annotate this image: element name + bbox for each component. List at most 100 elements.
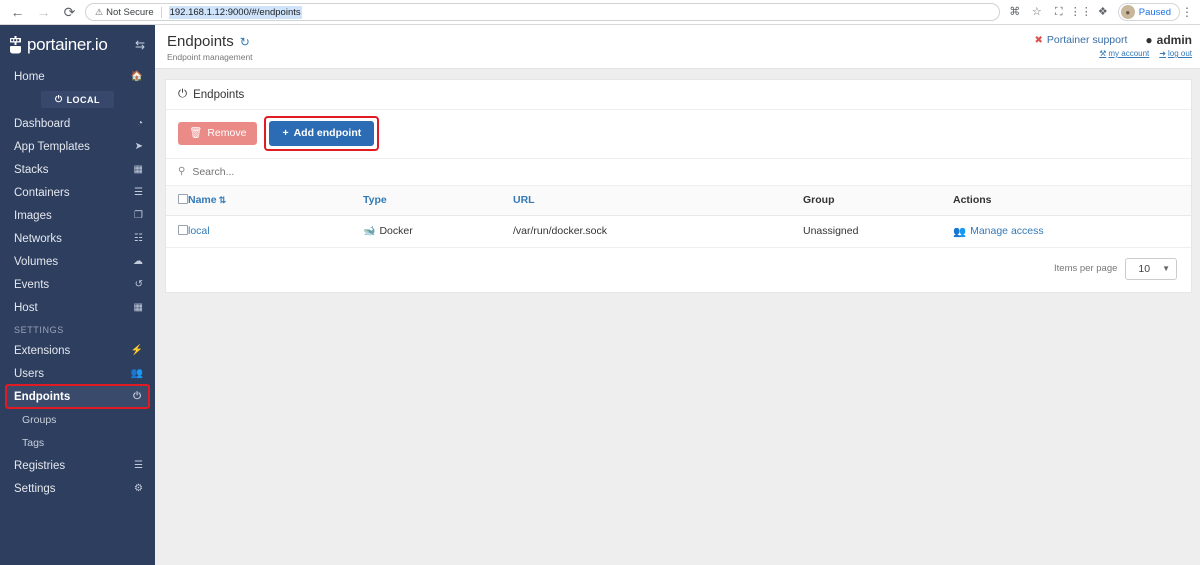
- sidebar-item-tags[interactable]: Tags: [0, 431, 155, 454]
- add-endpoint-label: Add endpoint: [293, 127, 362, 139]
- forward-arrow-icon[interactable]: →: [36, 5, 51, 19]
- sidebar-item-label: Registries: [14, 459, 66, 472]
- panel-actions: 🗑 Remove + Add endpoint: [166, 110, 1191, 158]
- search-input[interactable]: [192, 165, 1179, 178]
- address-bar[interactable]: ⚠ Not Secure 192.168.1.12:9000/#/endpoin…: [85, 3, 1000, 21]
- endpoints-table: Name ⇅ Type URL Group Actions local 🐋 Do…: [166, 185, 1191, 248]
- refresh-icon[interactable]: ↻: [240, 35, 250, 49]
- images-icon: ❐: [134, 210, 143, 221]
- docker-whale-icon: 🐋: [363, 226, 376, 237]
- table-body: local 🐋 Docker /var/run/docker.sock Unass…: [166, 215, 1191, 248]
- sidebar-item-home[interactable]: Home 🏠: [0, 65, 155, 88]
- profile-pill[interactable]: ● Paused: [1117, 3, 1180, 21]
- table-header: Name ⇅ Type URL Group Actions: [166, 185, 1191, 216]
- cell-group: Unassigned: [803, 215, 953, 248]
- local-badge-wrap: ⏻ LOCAL: [0, 91, 155, 108]
- user-area-primary: ✖ Portainer support ● admin: [1034, 33, 1192, 47]
- page-topbar: Endpoints ↻ Endpoint management ✖ Portai…: [155, 25, 1200, 69]
- media-icon[interactable]: ⋮⋮: [1070, 6, 1092, 18]
- plug-icon: ⏻: [133, 391, 141, 402]
- exchange-toggle-icon[interactable]: ⇆: [135, 38, 145, 52]
- sidebar-subitem-label: Tags: [22, 436, 45, 449]
- main-area: Endpoints ↻ Endpoint management ✖ Portai…: [155, 25, 1200, 565]
- sidebar-item-registries[interactable]: Registries ☰: [0, 454, 155, 477]
- user-area-links: ⚒ my account ➜ log out: [1034, 49, 1192, 58]
- remove-button[interactable]: 🗑 Remove: [178, 122, 258, 145]
- logout-link[interactable]: ➜ log out: [1159, 49, 1192, 58]
- local-endpoint-badge[interactable]: ⏻ LOCAL: [40, 91, 115, 108]
- my-account-link[interactable]: ⚒ my account: [1099, 49, 1149, 58]
- portainer-logo-icon: [10, 36, 21, 54]
- back-arrow-icon[interactable]: ←: [10, 5, 25, 19]
- sidebar-item-images[interactable]: Images ❐: [0, 204, 155, 227]
- logout-label: log out: [1167, 49, 1192, 58]
- table-header-row: Name ⇅ Type URL Group Actions: [166, 185, 1191, 216]
- users-icon: 👥: [130, 368, 143, 379]
- add-endpoint-button[interactable]: + Add endpoint: [269, 121, 375, 146]
- manage-access-link[interactable]: 👥 Manage access: [953, 225, 1044, 238]
- search-icon: ⚲: [178, 166, 186, 177]
- sort-icon[interactable]: ⇅: [219, 195, 227, 205]
- app-root: portainer.io ⇆ Home 🏠 ⏻ LOCAL Dashboard …: [0, 25, 1200, 565]
- browser-toolbar: ← → ⟳ ⚠ Not Secure 192.168.1.12:9000/#/e…: [0, 0, 1200, 25]
- endpoint-type-label: Docker: [379, 225, 413, 237]
- brand-logo-group[interactable]: portainer.io: [8, 35, 108, 55]
- sidebar-subitem-label: Groups: [22, 413, 57, 426]
- pagination-controls: Items per page 10 ▼: [166, 248, 1191, 292]
- database-icon: ☰: [134, 460, 143, 471]
- security-label: Not Secure: [106, 6, 154, 18]
- row-checkbox[interactable]: [178, 224, 188, 235]
- plug-icon: ⏻: [54, 94, 63, 104]
- cell-url: /var/run/docker.sock: [513, 215, 803, 248]
- warning-triangle-icon: ⚠: [95, 6, 104, 17]
- sidebar-item-groups[interactable]: Groups: [0, 408, 155, 431]
- sidebar-item-label: Volumes: [14, 255, 59, 268]
- sidebar-item-app-templates[interactable]: App Templates ➤: [0, 135, 155, 158]
- endpoints-panel: ⏻ Endpoints 🗑 Remove + Add endpoint ⚲ Se…: [165, 79, 1192, 293]
- sidebar-item-users[interactable]: Users 👥: [0, 362, 155, 385]
- select-all-checkbox[interactable]: [178, 193, 188, 204]
- search-row: ⚲: [166, 157, 1191, 186]
- items-per-page-value: 10: [1138, 262, 1151, 275]
- cell-type: 🐋 Docker: [363, 215, 513, 248]
- network-icon: ☷: [134, 233, 143, 244]
- portainer-support-link[interactable]: ✖ Portainer support: [1034, 34, 1127, 46]
- endpoint-name-link[interactable]: local: [188, 225, 210, 237]
- star-icon[interactable]: ☆: [1026, 6, 1048, 18]
- items-per-page-select[interactable]: 10 ▼: [1125, 257, 1177, 280]
- sidebar-item-networks[interactable]: Networks ☷: [0, 227, 155, 250]
- history-icon: ↺: [134, 279, 143, 290]
- column-label: URL: [513, 194, 535, 206]
- sidebar-item-label: Endpoints: [14, 390, 71, 403]
- sidebar-item-settings[interactable]: Settings ⚙: [0, 477, 155, 500]
- menu-kebab-icon[interactable]: ⋮: [1180, 5, 1194, 19]
- reload-icon[interactable]: ⟳: [62, 5, 77, 19]
- plug-icon: ⏻: [178, 88, 188, 100]
- column-header-type[interactable]: Type: [363, 185, 513, 216]
- column-header-actions: Actions: [953, 185, 1191, 216]
- content-area: ⏻ Endpoints 🗑 Remove + Add endpoint ⚲ Se…: [155, 69, 1200, 293]
- error-circle-icon: ✖: [1034, 34, 1043, 46]
- sidebar-item-volumes[interactable]: Volumes ☁: [0, 250, 155, 273]
- sidebar-item-endpoints[interactable]: Endpoints ⏻: [5, 384, 150, 409]
- url-text[interactable]: 192.168.1.12:9000/#/endpoints: [168, 5, 302, 19]
- grid-icon[interactable]: ⌘: [1004, 6, 1026, 18]
- sidebar-item-containers[interactable]: Containers ☰: [0, 181, 155, 204]
- column-header-url[interactable]: URL: [513, 185, 803, 216]
- column-header-group[interactable]: Group: [803, 185, 953, 216]
- browser-nav-buttons: ← → ⟳: [6, 5, 83, 19]
- manage-access-label: Manage access: [970, 225, 1044, 237]
- extension-puzzle-icon[interactable]: ❖: [1092, 6, 1114, 18]
- table-row[interactable]: local 🐋 Docker /var/run/docker.sock Unass…: [166, 215, 1191, 248]
- sidebar-item-stacks[interactable]: Stacks ▦: [0, 158, 155, 181]
- column-header-name[interactable]: Name ⇅: [188, 185, 363, 216]
- sidebar-item-host[interactable]: Host ▦: [0, 296, 155, 319]
- sidebar-item-events[interactable]: Events ↺: [0, 273, 155, 296]
- sidebar-item-label: Containers: [14, 186, 70, 199]
- sidebar-item-dashboard[interactable]: Dashboard ◔: [0, 112, 155, 135]
- sidebar-item-extensions[interactable]: Extensions ⚡: [0, 339, 155, 362]
- add-endpoint-annotation: + Add endpoint: [264, 116, 380, 151]
- security-status[interactable]: ⚠ Not Secure: [95, 7, 154, 18]
- cast-icon[interactable]: ⛶: [1048, 6, 1070, 18]
- page-subtitle: Endpoint management: [167, 52, 253, 62]
